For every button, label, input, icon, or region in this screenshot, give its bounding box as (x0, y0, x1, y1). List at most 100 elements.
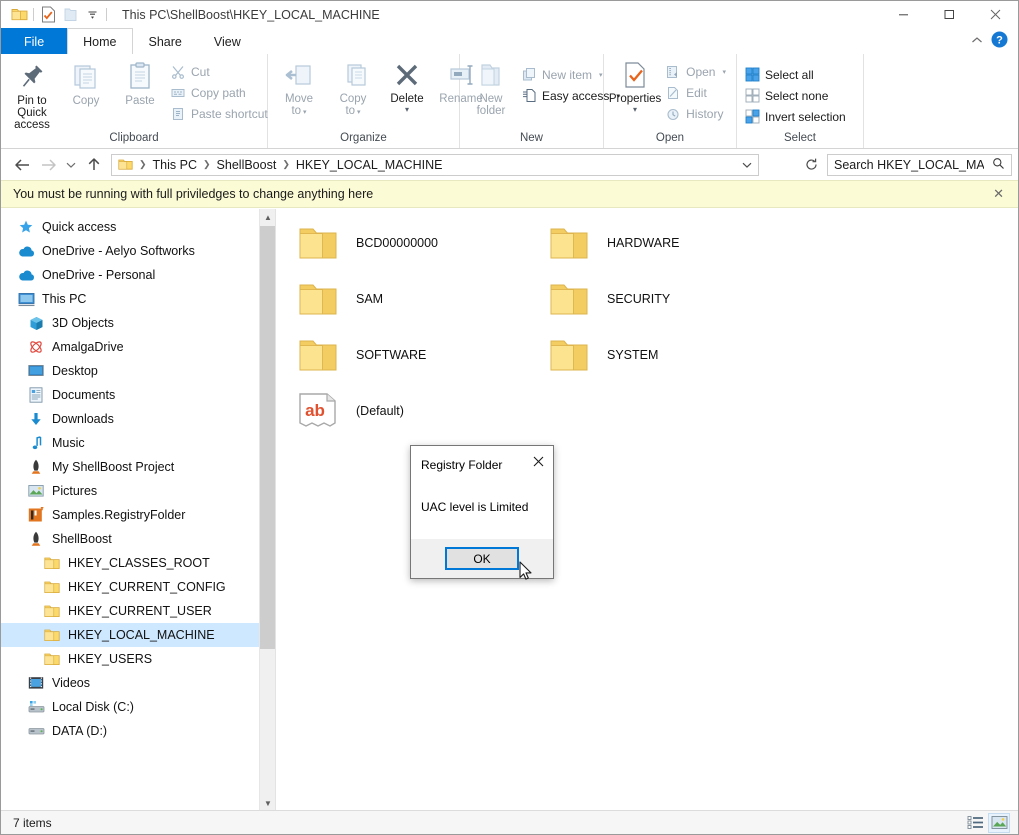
close-button[interactable] (972, 1, 1018, 28)
clipboard-small-buttons: Cut Copy path Paste shortcut (167, 58, 274, 124)
list-item[interactable]: SYSTEM (541, 327, 792, 383)
breadcrumb-separator-1[interactable]: ❯ (201, 159, 213, 170)
breadcrumb-root-icon[interactable] (112, 155, 137, 175)
collapse-ribbon-icon[interactable] (971, 34, 983, 48)
breadcrumb-separator-2[interactable]: ❯ (280, 159, 292, 170)
notification-close-button[interactable]: ✕ (993, 186, 1004, 202)
sidebar-item-hkey-users[interactable]: HKEY_USERS (1, 647, 275, 671)
sidebar-item-hkey-current-user[interactable]: HKEY_CURRENT_USER (1, 599, 275, 623)
sidebar-item-hkey-current-config[interactable]: HKEY_CURRENT_CONFIG (1, 575, 275, 599)
list-item[interactable]: SAM (290, 271, 541, 327)
cloud-icon (17, 242, 35, 260)
delete-button[interactable]: Delete ▾ (380, 58, 434, 114)
sidebar-item-shellboost[interactable]: ShellBoost (1, 527, 275, 551)
sidebar-item-documents[interactable]: Documents (1, 383, 275, 407)
copy-to-label: Copy (339, 93, 367, 105)
list-item[interactable]: SECURITY (541, 271, 792, 327)
pin-to-quick-access-label2: access (14, 119, 50, 131)
details-view-button[interactable] (964, 813, 986, 833)
open-caret-icon[interactable]: ▾ (722, 68, 726, 76)
sidebar-item-3d-objects[interactable]: 3D Objects (1, 311, 275, 335)
new-folder-button[interactable]: New folder (464, 58, 518, 117)
paste-shortcut-button[interactable]: Paste shortcut (167, 103, 274, 124)
scroll-up-arrow-icon[interactable]: ▲ (260, 209, 275, 226)
search-input[interactable] (828, 156, 986, 173)
select-all-button[interactable]: Select all (741, 64, 852, 85)
sidebar-item-quick-access[interactable]: Quick access (1, 215, 275, 239)
minimize-button[interactable] (880, 1, 926, 28)
search-box[interactable] (827, 153, 1012, 176)
sidebar-item-this-pc[interactable]: This PC (1, 287, 275, 311)
list-item[interactable]: BCD00000000 (290, 215, 541, 271)
address-dropdown-icon[interactable] (742, 158, 758, 172)
search-icon[interactable] (986, 157, 1011, 173)
help-icon[interactable]: ? (991, 31, 1008, 51)
sidebar-item-hkey-local-machine[interactable]: HKEY_LOCAL_MACHINE (1, 623, 275, 647)
edit-button[interactable]: Edit (662, 82, 732, 103)
navigation-pane-scrollbar[interactable]: ▲ ▼ (259, 209, 275, 812)
sidebar-item-my-shellboost-project[interactable]: My ShellBoost Project (1, 455, 275, 479)
tab-view[interactable]: View (198, 28, 257, 54)
scrollbar-thumb[interactable] (260, 226, 275, 649)
item-count-label: 7 items (13, 815, 52, 830)
sidebar-item-music[interactable]: Music (1, 431, 275, 455)
content-pane[interactable]: BCD00000000 HARDWARE SAM SECURITY SOFTWA… (276, 209, 1018, 812)
pin-to-quick-access-button[interactable]: Pin to Quick access (5, 58, 59, 131)
copy-path-button[interactable]: Copy path (167, 82, 274, 103)
sidebar-item-downloads[interactable]: Downloads (1, 407, 275, 431)
large-icons-view-button[interactable] (988, 812, 1010, 833)
ribbon-group-select: Select all Select none Invert selection … (737, 54, 864, 148)
back-button[interactable] (9, 152, 35, 178)
sidebar-item-pictures[interactable]: Pictures (1, 479, 275, 503)
dialog-close-button[interactable] (527, 451, 549, 471)
scissors-icon (170, 64, 186, 80)
delete-caret-icon[interactable]: ▾ (405, 106, 409, 114)
sidebar-item-hkey-classes-root[interactable]: HKEY_CLASSES_ROOT (1, 551, 275, 575)
sidebar-label: Music (52, 436, 85, 450)
folder-icon (545, 275, 593, 323)
list-item[interactable]: HARDWARE (541, 215, 792, 271)
list-item[interactable]: ab (Default) (290, 383, 541, 439)
cut-button[interactable]: Cut (167, 61, 274, 82)
new-item-caret-icon[interactable]: ▾ (599, 71, 603, 79)
properties-button[interactable]: Properties ▾ (608, 58, 662, 114)
sidebar-item-videos[interactable]: Videos (1, 671, 275, 695)
recent-locations-button[interactable] (61, 152, 81, 178)
sidebar-item-amalgadrive[interactable]: AmalgaDrive (1, 335, 275, 359)
tab-home[interactable]: Home (67, 28, 133, 55)
breadcrumb-item-shellboost[interactable]: ShellBoost (213, 155, 281, 175)
tab-file[interactable]: File (1, 28, 68, 54)
history-button[interactable]: History (662, 103, 732, 124)
sidebar-item-local-disk-c[interactable]: Local Disk (C:) (1, 695, 275, 719)
sidebar-item-data-d[interactable]: DATA (D:) (1, 719, 275, 743)
invert-selection-button[interactable]: Invert selection (741, 106, 852, 127)
sidebar-item-desktop[interactable]: Desktop (1, 359, 275, 383)
breadcrumb-item-hkey-local-machine[interactable]: HKEY_LOCAL_MACHINE (292, 155, 447, 175)
open-button[interactable]: Open ▾ (662, 61, 732, 82)
refresh-button[interactable] (799, 152, 823, 178)
list-item[interactable]: SOFTWARE (290, 327, 541, 383)
copy-to-button[interactable]: Copy to ▾ (326, 58, 380, 119)
maximize-button[interactable] (926, 1, 972, 28)
up-button[interactable] (81, 152, 107, 178)
address-bar[interactable]: ❯ This PC ❯ ShellBoost ❯ HKEY_LOCAL_MACH… (111, 153, 759, 176)
folder-icon (43, 578, 61, 596)
forward-button[interactable] (35, 152, 61, 178)
breadcrumb-item-this-pc[interactable]: This PC (149, 155, 201, 175)
sidebar-item-onedrive-personal[interactable]: OneDrive - Personal (1, 263, 275, 287)
properties-caret-icon[interactable]: ▾ (633, 106, 637, 114)
dialog-ok-button[interactable]: OK (445, 547, 519, 570)
sidebar-item-samples-registryfolder[interactable]: Samples.RegistryFolder (1, 503, 275, 527)
tab-share[interactable]: Share (133, 28, 198, 54)
paste-button[interactable]: Paste (113, 58, 167, 107)
qat-properties-icon[interactable] (37, 4, 59, 26)
downloads-icon (27, 410, 45, 428)
qat-folder-icon[interactable] (8, 4, 30, 26)
qat-chevron-down-icon[interactable] (81, 4, 103, 26)
breadcrumb-separator-0[interactable]: ❯ (137, 159, 149, 170)
copy-button[interactable]: Copy (59, 58, 113, 107)
select-none-button[interactable]: Select none (741, 85, 852, 106)
qat-new-folder-icon[interactable] (59, 4, 81, 26)
sidebar-item-onedrive-aelyo[interactable]: OneDrive - Aelyo Softworks (1, 239, 275, 263)
move-to-button[interactable]: Move to ▾ (272, 58, 326, 119)
